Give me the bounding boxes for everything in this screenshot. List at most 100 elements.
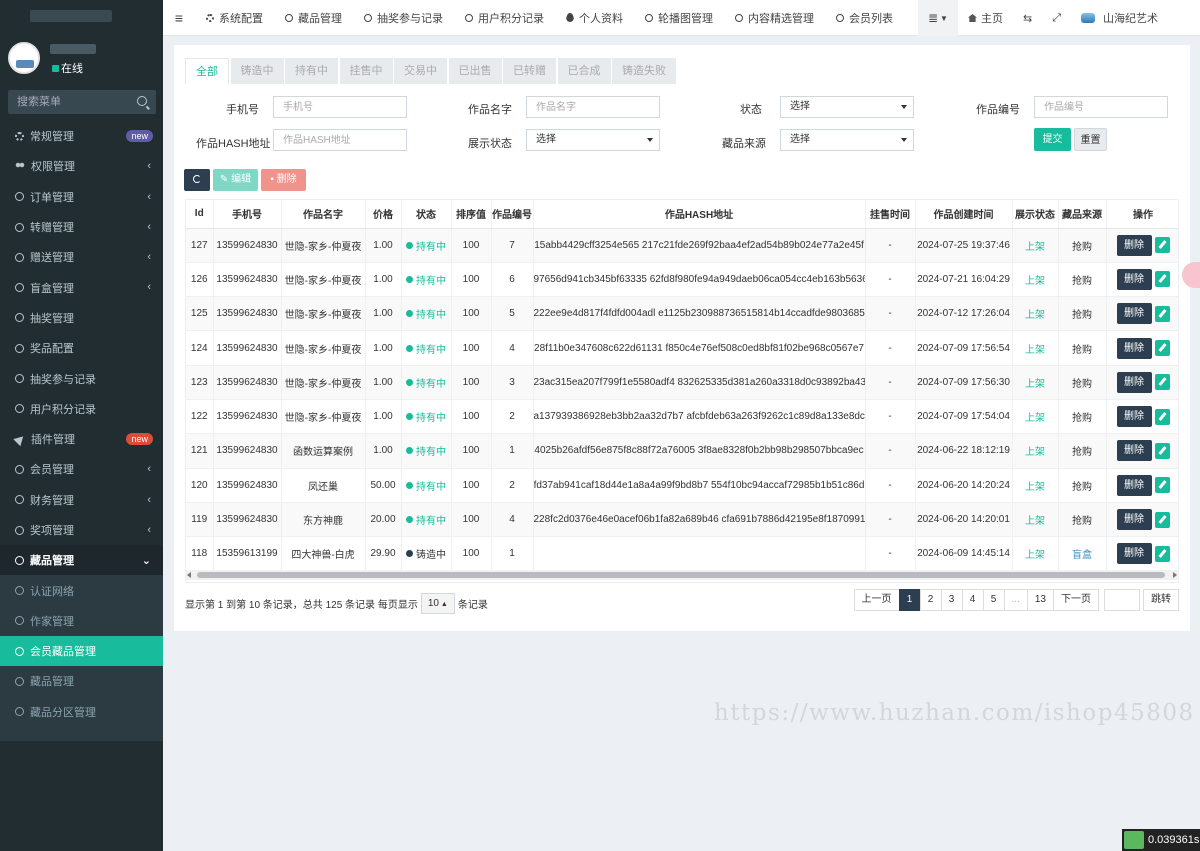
jump-button[interactable]: 跳转 xyxy=(1143,589,1179,611)
page-13-button[interactable]: 13 xyxy=(1026,589,1054,611)
col-display[interactable]: 展示状态 xyxy=(1012,200,1059,229)
page-3-button[interactable]: 3 xyxy=(940,589,963,611)
row-delete-button[interactable]: 删除 xyxy=(1116,371,1152,393)
sidebar-item-permission[interactable]: 权限管理 ‹ xyxy=(0,151,163,181)
tab-banner[interactable]: 轮播图管理 xyxy=(634,0,724,36)
display-status-link[interactable]: 上架 xyxy=(1025,345,1045,356)
reset-button[interactable]: 重置 xyxy=(1074,128,1107,151)
display-status-link[interactable]: 上架 xyxy=(1025,482,1045,493)
display-status-link[interactable]: 上架 xyxy=(1025,447,1045,458)
submit-button[interactable]: 提交 xyxy=(1034,128,1071,151)
tab-transferred[interactable]: 已转赠 xyxy=(503,58,556,84)
tab-mint-failed[interactable]: 铸造失败 xyxy=(612,58,676,84)
table-row[interactable]: 122 13599624830 世隐-家乡-仲夏夜 1.00 持有中 100 2 a13793… xyxy=(186,399,1178,435)
arrow-right-icon[interactable] xyxy=(1173,572,1177,578)
display-status-link[interactable]: 上架 xyxy=(1025,413,1045,424)
table-row[interactable]: 121 13599624830 函数运算案例 1.00 持有中 100 1 4025b26af… xyxy=(186,433,1178,469)
table-row[interactable]: 127 13599624830 世隐-家乡-仲夏夜 1.00 持有中 100 7 15abb4… xyxy=(186,228,1178,263)
row-delete-button[interactable]: 删除 xyxy=(1116,509,1152,531)
tab-on-sale[interactable]: 挂售中 xyxy=(339,58,393,84)
row-delete-button[interactable]: 删除 xyxy=(1116,474,1152,496)
display-status-link[interactable]: 上架 xyxy=(1025,550,1045,561)
sidebar-item-members[interactable]: 会员管理 ‹ xyxy=(0,454,163,484)
search-icon[interactable] xyxy=(137,96,147,106)
tab-all[interactable]: 全部 xyxy=(185,58,229,84)
language-icon[interactable]: ⇆ xyxy=(1013,0,1042,36)
row-edit-pencil-icon[interactable] xyxy=(1154,511,1170,528)
tab-featured[interactable]: 内容精选管理 xyxy=(724,0,825,36)
col-source[interactable]: 藏品来源 xyxy=(1058,200,1107,229)
sidebar-item-cert-network[interactable]: 认证网络 xyxy=(0,575,163,606)
table-row[interactable]: 125 13599624830 世隐-家乡-仲夏夜 1.00 持有中 100 5 222ee9… xyxy=(186,296,1178,332)
table-row[interactable]: 119 13599624830 东方神鹿 20.00 持有中 100 4 228fc2d037… xyxy=(186,502,1178,538)
row-delete-button[interactable]: 删除 xyxy=(1116,406,1152,428)
row-edit-pencil-icon[interactable] xyxy=(1154,545,1170,562)
sidebar-item-general[interactable]: 常规管理 new xyxy=(0,121,163,151)
menu-search-input[interactable] xyxy=(8,90,128,114)
row-edit-pencil-icon[interactable] xyxy=(1154,340,1170,357)
row-edit-pencil-icon[interactable] xyxy=(1154,408,1170,425)
display-status-link[interactable]: 上架 xyxy=(1025,276,1045,287)
tab-sold[interactable]: 已出售 xyxy=(448,58,502,84)
delete-button[interactable]: ▪ 删除 xyxy=(261,169,306,191)
col-sale-time[interactable]: 挂售时间 xyxy=(865,200,916,229)
row-edit-pencil-icon[interactable] xyxy=(1154,442,1170,459)
tab-trading[interactable]: 交易中 xyxy=(394,58,447,84)
page-2-button[interactable]: 2 xyxy=(919,589,942,611)
display-status-link[interactable]: 上架 xyxy=(1025,516,1045,527)
row-edit-pencil-icon[interactable] xyxy=(1154,374,1170,391)
sidebar-item-lottery-records[interactable]: 抽奖参与记录 xyxy=(0,363,163,393)
page-5-button[interactable]: 5 xyxy=(982,589,1005,611)
tab-minting[interactable]: 铸造中 xyxy=(230,58,284,84)
sidebar-item-awards[interactable]: 奖项管理 ‹ xyxy=(0,515,163,545)
display-status-link[interactable]: 上架 xyxy=(1025,242,1045,253)
avatar[interactable] xyxy=(8,42,40,74)
display-status-link[interactable]: 上架 xyxy=(1025,379,1045,390)
name-input[interactable] xyxy=(526,96,660,118)
sidebar-item-transfer[interactable]: 转赠管理 ‹ xyxy=(0,212,163,242)
display-status-link[interactable]: 上架 xyxy=(1025,310,1045,321)
state-select[interactable]: 选择 xyxy=(780,96,914,118)
menu-toggle-icon[interactable]: ≡ xyxy=(163,10,195,26)
next-page-button[interactable]: 下一页 xyxy=(1053,589,1099,611)
row-delete-button[interactable]: 删除 xyxy=(1116,234,1152,256)
home-link[interactable]: 主页 xyxy=(958,0,1013,36)
sidebar-item-plugins[interactable]: 插件管理 new xyxy=(0,424,163,454)
row-delete-button[interactable]: 删除 xyxy=(1116,440,1152,462)
sidebar-item-gift[interactable]: 赠送管理 ‹ xyxy=(0,242,163,272)
tabs-dropdown-button[interactable]: ≣ ▼ xyxy=(917,0,958,36)
arrow-left-icon[interactable] xyxy=(187,572,191,578)
tab-points-records[interactable]: 用户积分记录 xyxy=(454,0,555,36)
row-edit-pencil-icon[interactable] xyxy=(1154,237,1170,254)
tab-system-config[interactable]: 系统配置 xyxy=(195,0,274,36)
col-sort[interactable]: 排序值 xyxy=(451,200,492,229)
sidebar-item-collection-zones[interactable]: 藏品分区管理 xyxy=(0,696,163,727)
horizontal-scrollbar[interactable] xyxy=(185,570,1179,580)
user-menu[interactable]: 山海纪艺术 xyxy=(1071,0,1200,36)
col-name[interactable]: 作品名字 xyxy=(281,200,366,229)
row-delete-button[interactable]: 删除 xyxy=(1116,303,1152,325)
source-select[interactable]: 选择 xyxy=(780,129,914,151)
col-code[interactable]: 作品编号 xyxy=(491,200,534,229)
sidebar-item-lottery[interactable]: 抽奖管理 xyxy=(0,303,163,333)
display-select[interactable]: 选择 xyxy=(526,129,660,151)
col-created[interactable]: 作品创建时间 xyxy=(915,200,1013,229)
jump-page-input[interactable] xyxy=(1104,589,1140,611)
tab-collection-manage[interactable]: 藏品管理 xyxy=(274,0,353,36)
fullscreen-icon[interactable]: ⤢ xyxy=(1042,0,1071,36)
tab-profile[interactable]: 个人资料 xyxy=(555,0,634,36)
sidebar-item-finance[interactable]: 财务管理 ‹ xyxy=(0,485,163,515)
sidebar-item-authors[interactable]: 作家管理 xyxy=(0,605,163,637)
col-status[interactable]: 状态 xyxy=(401,200,452,229)
refresh-button[interactable] xyxy=(184,169,210,191)
col-price[interactable]: 价格 xyxy=(365,200,402,229)
hash-input[interactable] xyxy=(273,129,407,151)
col-phone[interactable]: 手机号 xyxy=(213,200,282,229)
sidebar-item-orders[interactable]: 订单管理 ‹ xyxy=(0,182,163,212)
tab-holding[interactable]: 持有中 xyxy=(285,58,338,84)
table-row[interactable]: 120 13599624830 凤还巢 50.00 持有中 100 2 fd37ab941ca… xyxy=(186,468,1178,503)
sidebar-item-member-collections[interactable]: 会员藏品管理 xyxy=(0,636,163,667)
sidebar-item-points-records[interactable]: 用户积分记录 xyxy=(0,394,163,424)
row-edit-pencil-icon[interactable] xyxy=(1154,271,1170,288)
row-delete-button[interactable]: 删除 xyxy=(1116,543,1152,565)
